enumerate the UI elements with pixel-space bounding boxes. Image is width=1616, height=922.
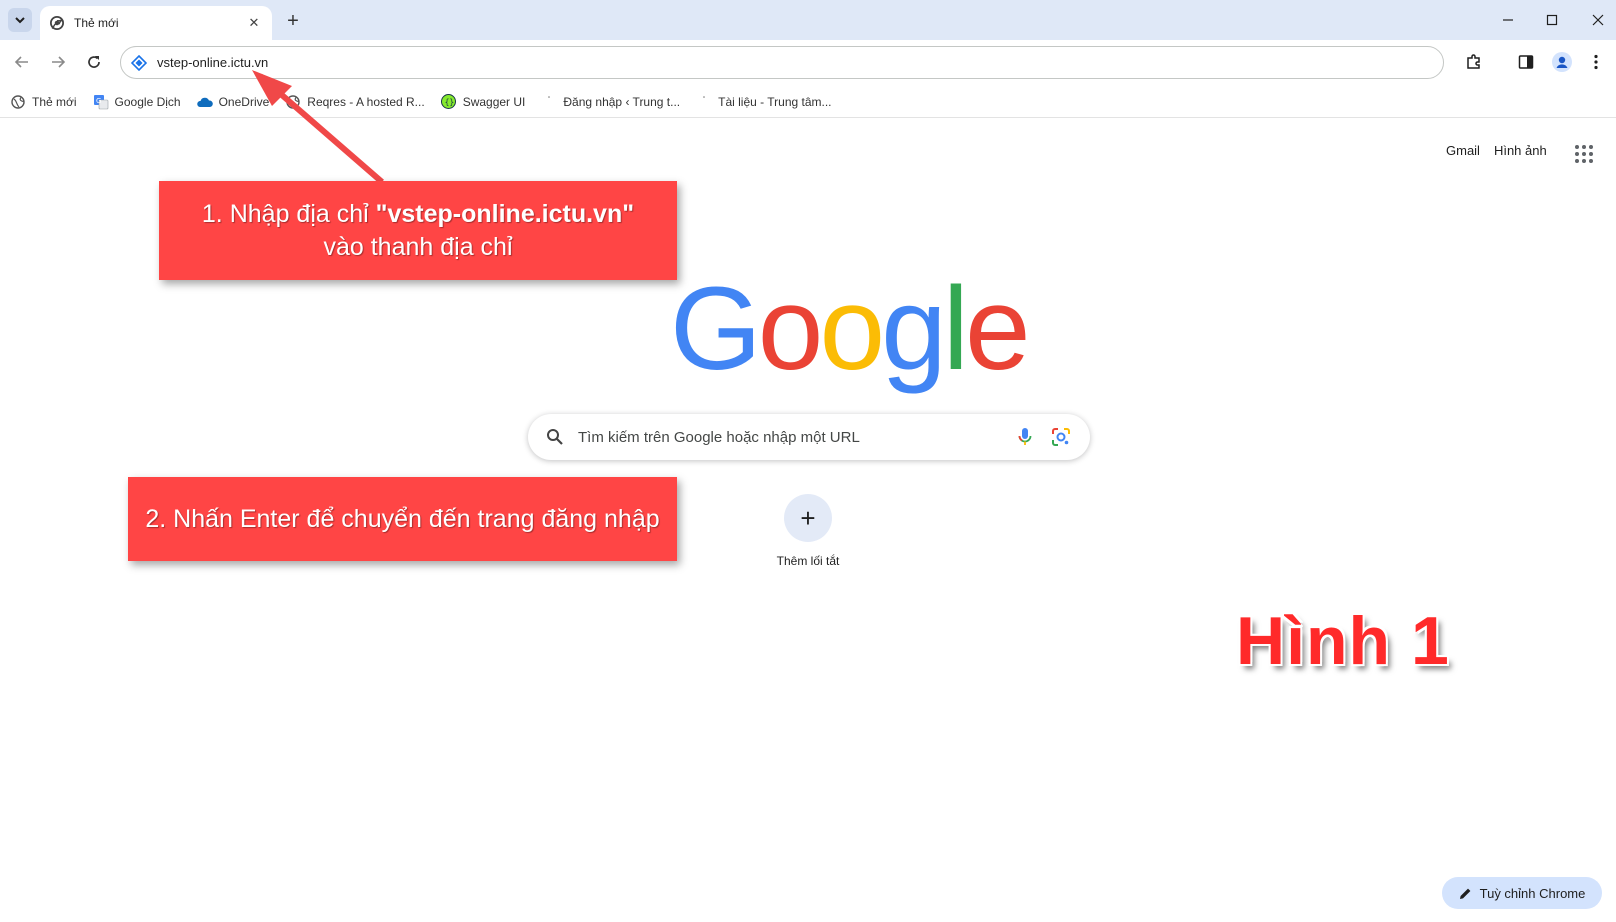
mic-icon	[1018, 428, 1032, 445]
side-panel-button[interactable]	[1514, 50, 1538, 74]
bookmark-item[interactable]: Đăng nhập ‹ Trung t...	[541, 94, 680, 110]
plus-icon[interactable]: +	[784, 494, 832, 542]
reload-button[interactable]	[82, 50, 106, 74]
voice-search-button[interactable]	[1014, 426, 1036, 448]
extensions-button[interactable]	[1462, 50, 1486, 74]
profile-button[interactable]	[1550, 50, 1574, 74]
address-bar[interactable]: vstep-online.ictu.vn	[120, 46, 1444, 79]
address-url[interactable]: vstep-online.ictu.vn	[157, 55, 268, 70]
bookmark-item[interactable]: OneDrive	[196, 94, 270, 110]
minimize-button[interactable]	[1494, 8, 1522, 32]
lens-search-button[interactable]	[1050, 426, 1072, 448]
side-panel-icon	[1518, 55, 1534, 69]
tab-title: Thẻ mới	[74, 16, 119, 30]
logo-letter: e	[964, 263, 1031, 395]
globe-icon	[10, 94, 26, 110]
images-link[interactable]: Hình ảnh	[1494, 143, 1547, 158]
back-button[interactable]	[10, 50, 34, 74]
bookmark-label: Tài liệu - Trung tâm...	[718, 94, 832, 109]
step1-text: 1. Nhập địa chỉ	[201, 199, 376, 228]
menu-button[interactable]	[1584, 50, 1608, 74]
bookmark-item[interactable]: {} Swagger UI	[441, 94, 526, 110]
add-shortcut[interactable]: + Thêm lối tắt	[760, 494, 856, 568]
bookmark-label: Reqres - A hosted R...	[307, 94, 425, 109]
pencil-icon	[1459, 887, 1472, 900]
dot-icon	[696, 94, 712, 110]
bookmark-item[interactable]: Thẻ mới	[10, 94, 77, 110]
annotation-step-1: 1. Nhập địa chỉ "vstep-online.ictu.vn" v…	[159, 181, 677, 280]
step1-url: "vstep-online.ictu.vn"	[375, 199, 635, 228]
forward-button[interactable]	[46, 50, 70, 74]
browser-toolbar: vstep-online.ictu.vn	[0, 40, 1616, 84]
bookmark-label: Swagger UI	[462, 94, 526, 109]
customize-chrome-button[interactable]: Tuỳ chỉnh Chrome	[1442, 877, 1602, 909]
figure-label: Hình 1	[1236, 603, 1450, 679]
google-translate-icon: G	[93, 94, 109, 110]
search-icon	[547, 429, 563, 445]
top-links: Gmail Hình ảnh	[1446, 143, 1561, 158]
svg-text:G: G	[96, 97, 101, 105]
site-icon	[131, 54, 147, 71]
maximize-button[interactable]	[1538, 8, 1566, 32]
onedrive-icon	[196, 94, 213, 110]
annotation-arrow	[252, 70, 384, 185]
arrow-left-icon	[14, 56, 28, 68]
apps-grid-icon[interactable]	[1574, 144, 1594, 164]
tab-strip: Thẻ mới ✕ +	[0, 0, 1616, 40]
bookmark-item[interactable]: G Google Dịch	[93, 94, 181, 110]
logo-letter: g	[881, 263, 947, 395]
search-input[interactable]: Tìm kiếm trên Google hoặc nhập một URL	[578, 429, 1000, 446]
arrow-right-icon	[52, 56, 66, 68]
maximize-icon	[1546, 14, 1558, 26]
bookmark-label: Google Dịch	[114, 94, 181, 109]
minimize-icon	[1503, 19, 1513, 21]
bookmark-item[interactable]: Reqres - A hosted R...	[285, 94, 425, 110]
dot-icon	[541, 94, 557, 110]
reload-icon	[88, 56, 100, 68]
swagger-icon: {}	[441, 94, 457, 110]
close-icon	[1592, 14, 1604, 26]
tab-search-button[interactable]	[8, 8, 32, 32]
close-icon[interactable]: ✕	[246, 15, 262, 31]
chrome-icon	[50, 16, 64, 30]
new-tab-button[interactable]: +	[282, 10, 304, 32]
more-vert-icon	[1594, 54, 1598, 70]
logo-letter: G	[670, 263, 762, 395]
puzzle-icon	[1467, 54, 1480, 69]
avatar-icon	[1552, 52, 1572, 72]
bookmarks-bar: Thẻ mới G Google Dịch OneDrive Reqres - …	[0, 86, 1616, 118]
tab-new-tab[interactable]: Thẻ mới ✕	[40, 6, 272, 40]
chevron-down-icon	[15, 17, 25, 24]
gmail-link[interactable]: Gmail	[1446, 143, 1480, 158]
bookmark-label: Thẻ mới	[32, 94, 77, 109]
bookmark-label: OneDrive	[218, 94, 270, 109]
bookmark-label: Đăng nhập ‹ Trung t...	[563, 94, 681, 109]
step1-text-end: vào thanh địa chỉ	[323, 232, 513, 261]
svg-text:{}: {}	[445, 98, 455, 107]
camera-lens-icon	[1052, 428, 1070, 446]
search-box[interactable]: Tìm kiếm trên Google hoặc nhập một URL	[528, 414, 1090, 460]
globe-icon	[285, 94, 301, 110]
bookmark-item[interactable]: Tài liệu - Trung tâm...	[696, 94, 832, 110]
shortcut-label: Thêm lối tắt	[776, 554, 840, 568]
step2-text: 2. Nhấn Enter để chuyển đến trang đăng n…	[145, 504, 660, 533]
logo-letter: o	[757, 263, 824, 395]
annotation-step-2: 2. Nhấn Enter để chuyển đến trang đăng n…	[128, 477, 677, 561]
logo-letter: l	[942, 263, 969, 395]
customize-label: Tuỳ chỉnh Chrome	[1479, 885, 1586, 901]
logo-letter: o	[819, 263, 885, 395]
google-logo: Google	[670, 270, 1031, 388]
close-window-button[interactable]	[1584, 8, 1612, 32]
